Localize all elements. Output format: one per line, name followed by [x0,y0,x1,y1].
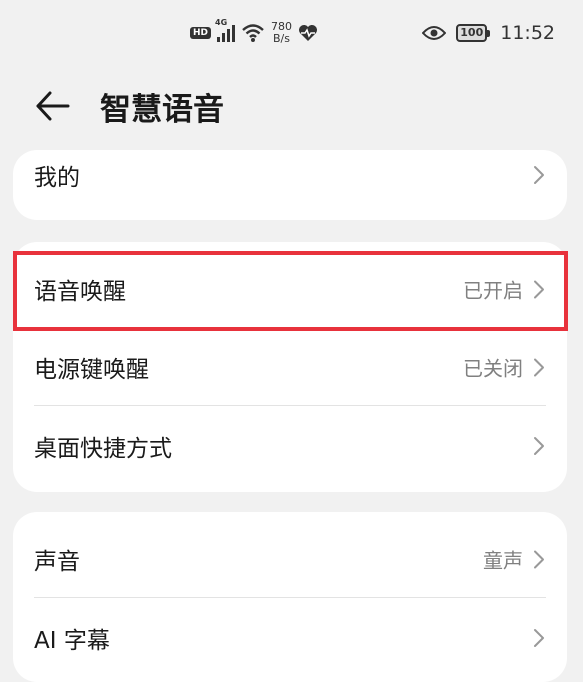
divider [34,597,546,598]
page-title: 智慧语音 [100,92,224,128]
back-arrow-icon[interactable] [34,88,70,124]
status-bar: HD 4G 780 B/s 100 11:52 [0,0,583,66]
status-right: 100 11:52 [422,18,555,48]
list-item-voice-wake[interactable]: 语音唤醒 已开启 [13,250,567,328]
list-item-value: 童声 [483,548,523,573]
list-item-value: 已开启 [463,278,523,303]
chevron-right-icon [534,280,544,298]
list-item-desktop-shortcut[interactable]: 桌面快捷方式 [13,407,567,485]
wifi-icon [242,24,264,42]
list-item-label: 语音唤醒 [34,279,126,305]
clock: 11:52 [500,22,555,44]
speed-unit: B/s [273,32,290,45]
app-header: 智慧语音 [0,76,583,136]
hd-icon: HD [190,27,212,39]
list-item-value: 已关闭 [463,356,523,381]
battery-icon: 100 [456,24,491,42]
list-item-label: 我的 [34,165,80,191]
list-item-my[interactable]: 我的 [13,150,567,214]
health-icon [299,25,318,41]
list-item-sound[interactable]: 声音 童声 [13,520,567,598]
divider [34,405,546,406]
chevron-right-icon [534,166,544,184]
card-my: 我的 [13,150,567,220]
status-indicators: HD 4G 780 B/s [190,18,318,48]
card-wake: 语音唤醒 已开启 电源键唤醒 已关闭 桌面快捷方式 [13,242,567,492]
eye-icon [422,26,447,40]
chevron-right-icon [534,437,544,455]
list-item-power-key-wake[interactable]: 电源键唤醒 已关闭 [13,328,567,406]
chevron-right-icon [534,358,544,376]
network-speed: 780 B/s [271,21,292,45]
battery-level: 100 [456,24,488,42]
list-item-ai-subtitles[interactable]: AI 字幕 [13,599,567,677]
list-item-label: 电源键唤醒 [34,357,149,383]
list-item-label: AI 字幕 [34,628,110,654]
list-item-label: 声音 [34,549,80,575]
list-item-label: 桌面快捷方式 [34,436,172,462]
chevron-right-icon [534,550,544,568]
chevron-right-icon [534,629,544,647]
network-type-label: 4G [215,18,228,27]
signal-icon: 4G [215,18,236,42]
